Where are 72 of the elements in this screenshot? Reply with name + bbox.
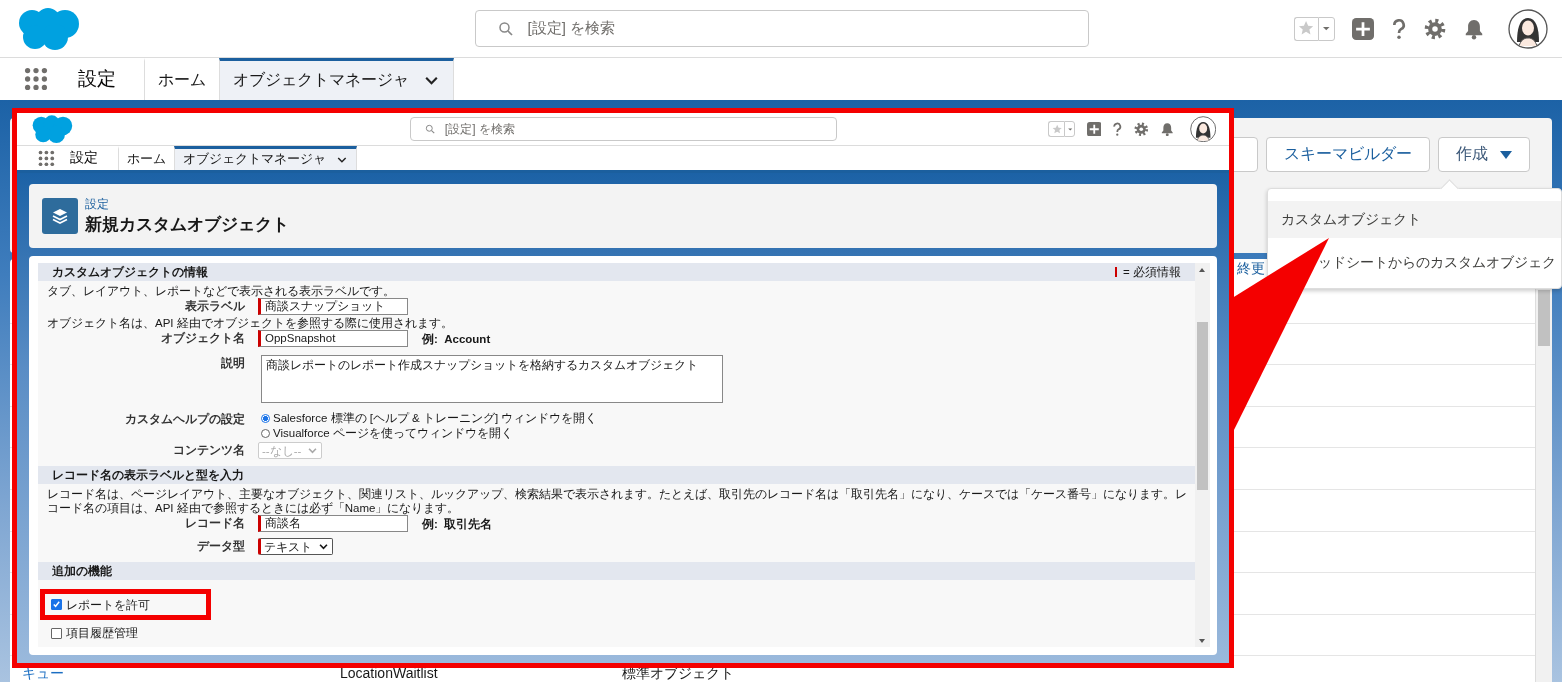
avatar-icon[interactable] xyxy=(1189,115,1216,143)
nav-tab[interactable]: オブジェクトマネージャ xyxy=(173,146,357,170)
dropdown-field[interactable]: テキスト xyxy=(258,538,333,555)
example-text: 例: 取引先名 xyxy=(422,516,493,531)
text-field[interactable]: 商談名 xyxy=(258,515,408,532)
nav-tab[interactable]: オブジェクトマネージャ xyxy=(219,58,454,100)
cloud-logo xyxy=(30,113,74,145)
app-name: 設定 xyxy=(68,148,99,167)
favorites-dropdown-button[interactable] xyxy=(1318,16,1335,41)
nav-tab[interactable]: ホーム xyxy=(117,146,174,170)
avatar-icon[interactable] xyxy=(1508,8,1548,49)
hint-text: レコード名は、ページレイアウト、主要なオブジェクト、関連リスト、ルックアップ、検索結果で表示されます。たとえば、取引先のレコード名は「取引先名」になり、ケースでは「ケース番号」になります。レコード名の項目は、API 経由で参照するときには必ず「Name」になります。 xyxy=(46,487,1188,515)
radio-button[interactable] xyxy=(261,428,270,438)
search-icon xyxy=(497,20,514,37)
table-cell-text: LocationWaitlist xyxy=(340,665,439,682)
breadcrumb-link[interactable]: 設定 xyxy=(85,196,289,212)
page-title: 新規カスタムオブジェクト xyxy=(85,213,289,236)
required-marker xyxy=(1115,267,1118,277)
section-title: レコード名の表示ラベルと型を入力 xyxy=(52,468,244,482)
field-label: カスタムヘルプの設定 xyxy=(124,411,245,426)
help-icon[interactable] xyxy=(1112,121,1123,137)
schema-builder-button[interactable]: スキーマビルダー xyxy=(1266,137,1430,172)
bell-icon[interactable] xyxy=(1463,17,1485,40)
chevron-down-icon xyxy=(318,541,329,552)
checkbox-label: レポートを許可 xyxy=(66,597,150,612)
caret-icon xyxy=(1066,125,1074,133)
menu-item[interactable]: カスタムオブジェクト xyxy=(1268,201,1561,238)
field-label: オブジェクト名 xyxy=(160,331,245,345)
menu-item[interactable]: ッドシートからのカスタムオブジェク xyxy=(1268,238,1561,288)
star-icon xyxy=(1298,20,1315,37)
app-launcher-icon[interactable] xyxy=(24,67,48,91)
settings-icon[interactable] xyxy=(1424,17,1446,40)
scrollbar[interactable] xyxy=(1195,263,1210,647)
plus-icon[interactable] xyxy=(1352,17,1374,40)
checkbox-label: 項目履歴管理 xyxy=(66,626,138,640)
chevron-down-icon xyxy=(307,445,319,456)
app-name: 設定 xyxy=(77,67,117,91)
favorite-star-button[interactable] xyxy=(1294,16,1318,41)
caret-icon xyxy=(1500,150,1512,159)
field-label: 説明 xyxy=(220,356,245,370)
section-title: 追加の機能 xyxy=(52,564,112,578)
section-title: カスタムオブジェクトの情報 xyxy=(52,265,208,279)
field-label: レコード名 xyxy=(184,516,245,530)
checkbox[interactable] xyxy=(51,599,62,610)
text-field[interactable]: 商談スナップショット xyxy=(258,298,408,315)
object-link[interactable]: キュー xyxy=(22,665,340,682)
field-label: データ型 xyxy=(196,539,245,553)
create-menu-button[interactable]: 作成 xyxy=(1438,137,1530,172)
radio-button[interactable] xyxy=(261,413,270,423)
layers-icon xyxy=(50,206,70,226)
example-text: 例: Account xyxy=(422,331,491,346)
hint-text: オブジェクト名は、API 経由でオブジェクトを参照する際に使用されます。 xyxy=(46,316,454,330)
radio-label: Visualforce ページを使ってウィンドウを開く xyxy=(273,426,513,440)
text-field[interactable]: OppSnapshot xyxy=(258,330,408,347)
field-label: コンテンツ名 xyxy=(172,443,245,457)
search-field[interactable]: [設定] を検索 xyxy=(474,10,1089,47)
checkbox[interactable] xyxy=(51,627,62,639)
plus-icon[interactable] xyxy=(1086,121,1102,137)
radio-label: Salesforce 標準の [ヘルプ & トレーニング] ウィンドウを開く xyxy=(273,411,598,425)
hint-text: タブ、レイアウト、レポートなどで表示される表示ラベルです。 xyxy=(46,284,396,298)
app-launcher-icon[interactable] xyxy=(38,149,55,167)
favorite-star-button[interactable] xyxy=(1048,121,1065,137)
search-icon xyxy=(425,123,436,135)
column-header-link[interactable]: 終更 xyxy=(1237,259,1265,282)
star-icon xyxy=(1051,123,1062,135)
description-field[interactable]: 商談レポートのレポート作成スナップショットを格納するカスタムオブジェクト xyxy=(261,355,723,403)
legend-text: = 必須情報 xyxy=(1123,265,1181,279)
field-label: 表示ラベル xyxy=(184,299,245,313)
search-field[interactable]: [設定] を検索 xyxy=(409,116,837,142)
bell-icon[interactable] xyxy=(1159,121,1175,137)
help-icon[interactable] xyxy=(1391,17,1407,40)
settings-icon[interactable] xyxy=(1134,121,1149,137)
